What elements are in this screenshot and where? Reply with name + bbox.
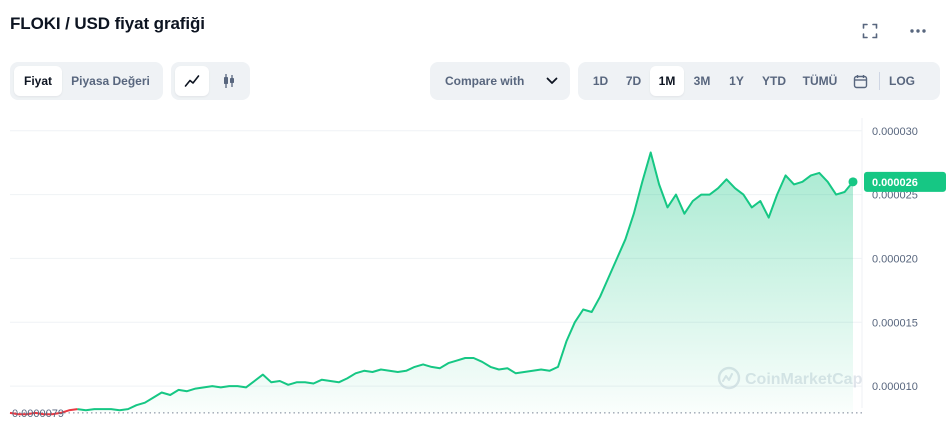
fullscreen-icon[interactable] bbox=[859, 20, 881, 42]
chevron-down-icon bbox=[546, 77, 558, 84]
candlestick-icon bbox=[224, 74, 234, 88]
open-price-label: 0.0000079 bbox=[12, 408, 64, 420]
y-tick-label: 0.000030 bbox=[872, 126, 918, 138]
current-price-label: 0.000026 bbox=[872, 177, 918, 189]
range-1m[interactable]: 1M bbox=[650, 66, 684, 96]
divider bbox=[879, 72, 880, 90]
price-chart-svg: CoinMarketCap 0.0000300.0000250.0000200.… bbox=[9, 118, 946, 420]
y-tick-label: 0.000010 bbox=[872, 381, 918, 393]
chart-type-toggle bbox=[171, 62, 250, 100]
line-chart-icon bbox=[184, 75, 200, 87]
line-chart-button[interactable] bbox=[175, 66, 209, 96]
view-tabs: Fiyat Piyasa Değeri bbox=[10, 62, 163, 100]
tab-price[interactable]: Fiyat bbox=[14, 66, 62, 96]
range-1d[interactable]: 1D bbox=[584, 66, 617, 96]
date-picker-button[interactable] bbox=[845, 66, 875, 96]
candlestick-button[interactable] bbox=[212, 66, 246, 96]
compare-with-label: Compare with bbox=[445, 74, 525, 88]
range-1y[interactable]: 1Y bbox=[720, 66, 753, 96]
compare-with-dropdown[interactable]: Compare with bbox=[430, 62, 570, 100]
price-area-fill bbox=[77, 152, 853, 413]
chart-title: FLOKI / USD fiyat grafiği bbox=[10, 14, 205, 33]
log-scale-toggle[interactable]: LOG bbox=[884, 66, 920, 96]
current-price-dot bbox=[848, 177, 858, 187]
time-range-tabs: 1D 7D 1M 3M 1Y YTD TÜMÜ LOG bbox=[578, 62, 940, 100]
more-options-icon[interactable] bbox=[907, 20, 929, 42]
y-tick-label: 0.000015 bbox=[872, 317, 918, 329]
tab-market-cap[interactable]: Piyasa Değeri bbox=[62, 66, 159, 96]
calendar-icon bbox=[853, 74, 867, 88]
range-ytd[interactable]: YTD bbox=[753, 66, 795, 96]
range-7d[interactable]: 7D bbox=[617, 66, 650, 96]
y-tick-label: 0.000020 bbox=[872, 253, 918, 265]
range-all[interactable]: TÜMÜ bbox=[795, 66, 845, 96]
range-3m[interactable]: 3M bbox=[684, 66, 720, 96]
price-chart[interactable]: CoinMarketCap 0.0000300.0000250.0000200.… bbox=[0, 118, 950, 421]
